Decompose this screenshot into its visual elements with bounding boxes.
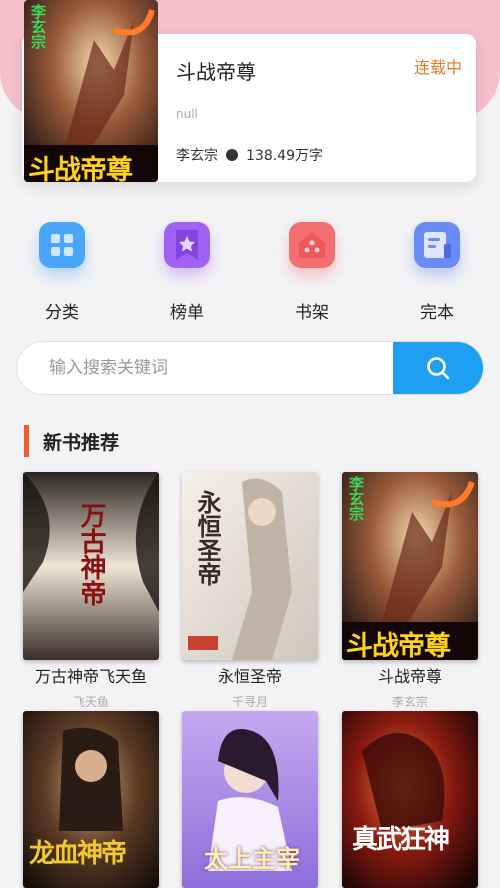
book-cover[interactable]: 李玄宗 斗战帝尊 bbox=[342, 472, 478, 660]
status-badge: 连载中 bbox=[413, 58, 462, 77]
book-cover[interactable]: 龙血神帝 bbox=[23, 711, 159, 888]
menu-label-category: 分类 bbox=[45, 303, 79, 323]
house-icon bbox=[289, 222, 335, 268]
menu-label-completed: 完本 bbox=[420, 303, 454, 323]
hero-cover-top-text: 李玄宗 bbox=[29, 4, 47, 49]
menu-item-ranking[interactable]: 榜单 bbox=[142, 222, 232, 323]
featured-book-word-count: 138.49万字 bbox=[246, 148, 323, 164]
menu-item-category[interactable]: 分类 bbox=[17, 222, 107, 323]
grid-icon bbox=[39, 222, 85, 268]
book-cover[interactable]: 永恒圣帝 bbox=[182, 472, 318, 660]
book-cover-text: 永恒圣帝 bbox=[193, 490, 222, 586]
search-input[interactable] bbox=[17, 342, 395, 394]
book-cover[interactable]: 真武狂神 bbox=[342, 711, 478, 888]
star-bookmark-icon bbox=[164, 222, 210, 268]
book-cover-text: 斗战帝尊 bbox=[346, 631, 451, 660]
book-cover-text: 龙血神帝 bbox=[29, 839, 127, 869]
hero-cover-title-text: 斗战帝尊 bbox=[28, 155, 133, 182]
menu-item-completed[interactable]: 完本 bbox=[392, 222, 482, 323]
book-card[interactable]: 万古神帝 万古神帝飞天鱼 飞天鱼 bbox=[21, 472, 161, 710]
section-header: 新书推荐 bbox=[24, 425, 119, 457]
menu-item-bookshelf[interactable]: 书架 bbox=[267, 222, 357, 323]
book-card[interactable]: 永恒圣帝 永恒圣帝 千寻月 bbox=[180, 472, 320, 710]
menu-label-ranking: 榜单 bbox=[170, 303, 204, 323]
book-cover-top-text: 李玄宗 bbox=[347, 476, 365, 521]
book-card[interactable]: 龙血神帝 bbox=[21, 711, 161, 888]
book-author: 飞天鱼 bbox=[72, 695, 109, 709]
book-cover[interactable]: 万古神帝 bbox=[23, 472, 159, 660]
featured-book-title[interactable]: 斗战帝尊 bbox=[176, 56, 256, 85]
section-accent-bar bbox=[24, 425, 29, 457]
book-cover-text: 太上主宰 bbox=[204, 844, 300, 873]
featured-book-meta: 李玄宗 138.49万字 bbox=[176, 145, 323, 165]
search-button[interactable] bbox=[393, 342, 483, 394]
featured-book-intro: null bbox=[176, 107, 198, 121]
quick-menu: 分类 榜单 书架 完本 bbox=[0, 222, 500, 323]
book-list-icon bbox=[414, 222, 460, 268]
menu-label-bookshelf: 书架 bbox=[295, 303, 329, 323]
section-title: 新书推荐 bbox=[43, 431, 120, 454]
book-cover[interactable]: 太上主宰 bbox=[182, 711, 318, 888]
book-card[interactable]: 太上主宰 bbox=[180, 711, 320, 888]
separator-dot-icon bbox=[226, 149, 238, 161]
search-bar bbox=[16, 341, 484, 395]
book-cover-text: 真武狂神 bbox=[352, 825, 450, 855]
book-card[interactable]: 真武狂神 bbox=[340, 711, 480, 888]
book-card[interactable]: 李玄宗 斗战帝尊 斗战帝尊 李玄宗 bbox=[340, 472, 480, 710]
search-icon bbox=[427, 357, 450, 380]
book-title: 万古神帝飞天鱼 bbox=[34, 667, 147, 686]
book-title: 永恒圣帝 bbox=[217, 667, 282, 686]
book-title: 斗战帝尊 bbox=[377, 667, 442, 686]
featured-book-author: 李玄宗 bbox=[176, 148, 218, 164]
book-author: 李玄宗 bbox=[391, 695, 428, 709]
book-cover-text: 万古神帝 bbox=[76, 502, 106, 606]
book-author: 千寻月 bbox=[231, 695, 268, 709]
featured-book-cover[interactable]: 李玄宗 斗战帝尊 bbox=[24, 0, 158, 182]
